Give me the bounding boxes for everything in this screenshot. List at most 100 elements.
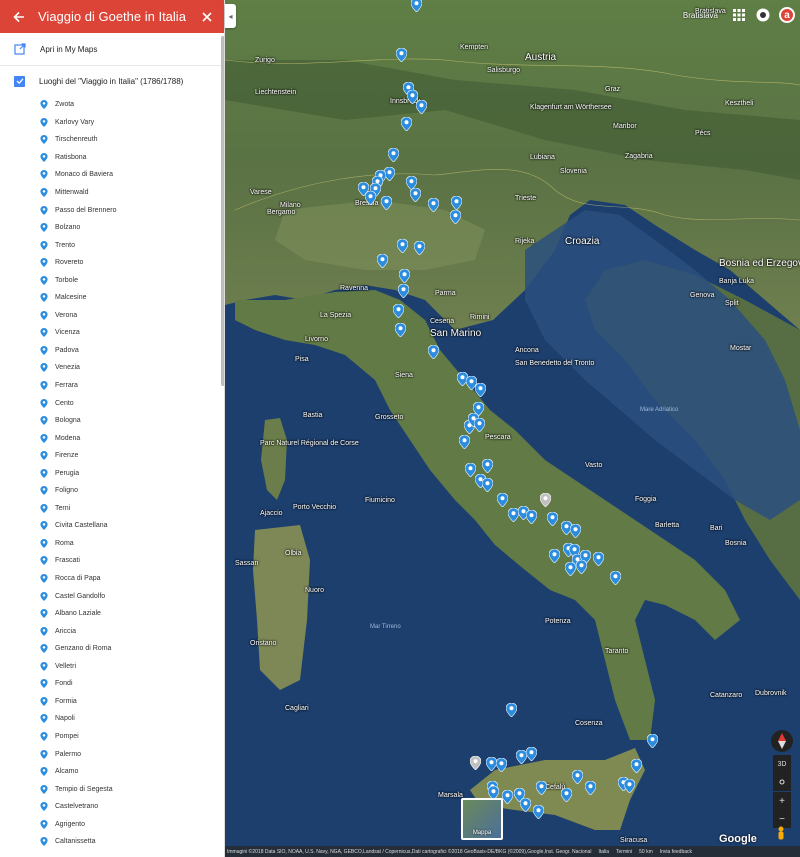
place-item[interactable]: Terni	[0, 500, 224, 518]
place-item[interactable]: Cento	[0, 394, 224, 412]
place-item[interactable]: Napoli	[0, 710, 224, 728]
map-place-marker[interactable]	[548, 549, 560, 563]
checkbox-icon[interactable]	[14, 75, 25, 87]
account-button[interactable]: a	[778, 6, 796, 24]
place-item[interactable]: Fondi	[0, 675, 224, 693]
map-place-marker[interactable]	[630, 759, 642, 773]
place-item[interactable]: Pompei	[0, 728, 224, 746]
place-item[interactable]: Formia	[0, 693, 224, 711]
map-place-marker[interactable]	[376, 254, 388, 268]
tilt-3d-button[interactable]: 3D	[773, 755, 791, 773]
place-item[interactable]: Perugia	[0, 464, 224, 482]
map-place-marker[interactable]	[481, 478, 493, 492]
map-place-marker[interactable]	[646, 734, 658, 748]
place-item[interactable]: Tempio di Segesta	[0, 780, 224, 798]
place-item[interactable]: Roma	[0, 535, 224, 553]
back-button[interactable]	[0, 0, 38, 33]
map-selected-marker[interactable]	[469, 756, 481, 770]
place-item[interactable]: Vicenza	[0, 324, 224, 342]
map-place-marker[interactable]	[395, 48, 407, 62]
place-item[interactable]: Passo del Brennero	[0, 201, 224, 219]
map-place-marker[interactable]	[501, 790, 513, 804]
place-item[interactable]: Monaco di Baviera	[0, 166, 224, 184]
map-place-marker[interactable]	[546, 512, 558, 526]
map-place-marker[interactable]	[409, 188, 421, 202]
map-place-marker[interactable]	[458, 435, 470, 449]
map-place-marker[interactable]	[575, 560, 587, 574]
map-selected-marker[interactable]	[539, 493, 551, 507]
map-place-marker[interactable]	[380, 196, 392, 210]
map-place-marker[interactable]	[413, 241, 425, 255]
zoom-in-button[interactable]: +	[773, 792, 791, 810]
place-item[interactable]: Tirschenreuth	[0, 131, 224, 149]
map-canvas[interactable]: Bratislava Austria Salisburgo Kempten Zurigo…	[225, 0, 800, 857]
map-place-marker[interactable]	[415, 100, 427, 114]
terms-link[interactable]: Termini	[616, 849, 632, 855]
map-type-thumbnail[interactable]: Mappa	[461, 798, 503, 840]
map-place-marker[interactable]	[609, 571, 621, 585]
map-place-marker[interactable]	[495, 758, 507, 772]
place-item[interactable]: Rocca di Papa	[0, 570, 224, 588]
map-place-marker[interactable]	[496, 493, 508, 507]
place-item[interactable]: Bolzano	[0, 219, 224, 237]
place-item[interactable]: Firenze	[0, 447, 224, 465]
map-place-marker[interactable]	[569, 524, 581, 538]
place-item[interactable]: Mittenwald	[0, 184, 224, 202]
collapse-panel-button[interactable]: ◂	[225, 4, 236, 28]
map-place-marker[interactable]	[532, 805, 544, 819]
rotate-icon[interactable]	[773, 773, 791, 791]
pegman-icon[interactable]	[776, 826, 786, 840]
place-item[interactable]: Genzano di Roma	[0, 640, 224, 658]
map-place-marker[interactable]	[564, 562, 576, 576]
layer-toggle[interactable]: Luoghi del "Viaggio in Italia" (1786/178…	[0, 66, 224, 96]
place-item[interactable]: Palermo	[0, 745, 224, 763]
map-place-marker[interactable]	[525, 747, 537, 761]
map-place-marker[interactable]	[473, 418, 485, 432]
place-item[interactable]: Verona	[0, 307, 224, 325]
place-item[interactable]: Velletri	[0, 658, 224, 676]
notifications-icon[interactable]	[754, 6, 772, 24]
compass-icon[interactable]	[771, 730, 793, 752]
map-place-marker[interactable]	[571, 770, 583, 784]
feedback-link[interactable]: Invia feedback	[660, 849, 692, 855]
place-item[interactable]: Ferrara	[0, 377, 224, 395]
place-item[interactable]: Ratisbona	[0, 149, 224, 167]
map-place-marker[interactable]	[392, 304, 404, 318]
region-link[interactable]: Italia	[598, 849, 609, 855]
map-place-marker[interactable]	[450, 196, 462, 210]
map-place-marker[interactable]	[505, 703, 517, 717]
place-item[interactable]: Bologna	[0, 412, 224, 430]
place-item[interactable]: Caltanissetta	[0, 833, 224, 851]
map-place-marker[interactable]	[410, 0, 422, 12]
place-item[interactable]: Alcamo	[0, 763, 224, 781]
place-item[interactable]: Venezia	[0, 359, 224, 377]
place-item[interactable]: Malcesine	[0, 289, 224, 307]
map-place-marker[interactable]	[481, 459, 493, 473]
map-place-marker[interactable]	[397, 284, 409, 298]
place-item[interactable]: Frascati	[0, 552, 224, 570]
map-place-marker[interactable]	[427, 198, 439, 212]
map-place-marker[interactable]	[519, 798, 531, 812]
map-place-marker[interactable]	[592, 552, 604, 566]
place-item[interactable]: Modena	[0, 429, 224, 447]
map-place-marker[interactable]	[449, 210, 461, 224]
place-item[interactable]: Civita Castellana	[0, 517, 224, 535]
close-button[interactable]	[190, 0, 224, 33]
place-item[interactable]: Torbole	[0, 271, 224, 289]
open-in-mymaps-link[interactable]: Apri in My Maps	[0, 33, 224, 66]
place-item[interactable]: Agrigento	[0, 815, 224, 833]
map-place-marker[interactable]	[364, 191, 376, 205]
map-place-marker[interactable]	[394, 323, 406, 337]
map-place-marker[interactable]	[535, 781, 547, 795]
place-item[interactable]: Rovereto	[0, 254, 224, 272]
apps-grid-icon[interactable]	[730, 6, 748, 24]
place-item[interactable]: Castelvetrano	[0, 798, 224, 816]
map-place-marker[interactable]	[464, 463, 476, 477]
map-place-marker[interactable]	[398, 269, 410, 283]
map-place-marker[interactable]	[387, 148, 399, 162]
map-place-marker[interactable]	[400, 117, 412, 131]
map-place-marker[interactable]	[584, 781, 596, 795]
map-place-marker[interactable]	[427, 345, 439, 359]
map-place-marker[interactable]	[396, 239, 408, 253]
place-item[interactable]: Foligno	[0, 482, 224, 500]
